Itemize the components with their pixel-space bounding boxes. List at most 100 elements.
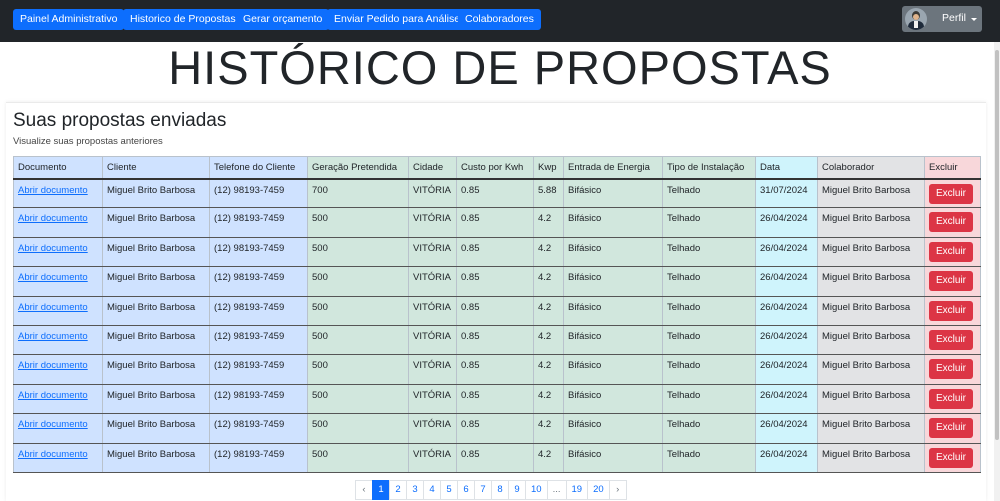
table-cell: Bifásico [563, 295, 663, 326]
table-cell: Abrir documento [13, 236, 103, 268]
pagination-page-7[interactable]: 7 [474, 480, 492, 500]
table-cell: VITÓRIA [408, 236, 457, 268]
nav-enviar-pedido-button[interactable]: Enviar Pedido para Análise [327, 9, 468, 30]
table-cell: Excluir [924, 207, 981, 238]
header-cliente: Cliente [102, 156, 210, 180]
document-link[interactable]: Abrir documento [18, 213, 88, 224]
table-cell: Miguel Brito Barbosa [817, 354, 925, 385]
delete-button[interactable]: Excluir [929, 212, 974, 233]
cell-custo: 0.85 [461, 330, 480, 342]
header-telefone: Telefone do Cliente [209, 156, 308, 180]
pagination-page-8[interactable]: 8 [491, 480, 509, 500]
cell-tipo: Telhado [667, 213, 701, 225]
cell-entrada: Bifásico [568, 213, 602, 225]
pagination-prev-button[interactable]: ‹ [355, 480, 373, 500]
pagination-next-button[interactable]: › [608, 480, 627, 500]
cell-telefone: (12) 98193-7459 [214, 272, 285, 284]
table-cell: 5.88 [533, 177, 564, 209]
document-link[interactable]: Abrir documento [18, 272, 88, 283]
header-custo: Custo por Kwh [456, 156, 534, 180]
delete-button[interactable]: Excluir [929, 183, 974, 204]
cell-entrada: Bifásico [568, 272, 602, 284]
document-link[interactable]: Abrir documento [18, 185, 88, 196]
cell-telefone: (12) 98193-7459 [214, 330, 285, 342]
table-cell: Telhado [662, 207, 756, 238]
table-cell: Abrir documento [13, 442, 103, 473]
header-cidade: Cidade [408, 156, 457, 180]
cell-cidade: VITÓRIA [413, 301, 452, 313]
delete-button[interactable]: Excluir [929, 359, 974, 380]
pagination-page-9[interactable]: 9 [508, 480, 526, 500]
cell-kwp: 4.2 [538, 301, 552, 313]
delete-button[interactable]: Excluir [929, 418, 974, 439]
cell-entrada: Bifásico [568, 301, 602, 313]
delete-button[interactable]: Excluir [929, 329, 974, 350]
delete-button[interactable]: Excluir [929, 241, 974, 262]
table-cell: Miguel Brito Barbosa [817, 295, 925, 326]
document-link[interactable]: Abrir documento [18, 419, 88, 430]
document-link[interactable]: Abrir documento [18, 390, 88, 401]
cell-data: 26/04/2024 [760, 272, 808, 284]
cell-colaborador: Miguel Brito Barbosa [822, 360, 911, 372]
table-cell: VITÓRIA [408, 207, 457, 238]
table-cell: 26/04/2024 [755, 383, 818, 415]
cell-cliente: Miguel Brito Barbosa [107, 448, 196, 460]
nav-gerar-orcamento-button[interactable]: Gerar orçamento [236, 9, 330, 30]
table-cell: 0.85 [456, 324, 534, 356]
cell-kwp: 4.2 [538, 389, 552, 401]
cell-colaborador: Miguel Brito Barbosa [822, 330, 911, 342]
nav-painel-administrativo-button[interactable]: Painel Administrativo [13, 9, 125, 30]
cell-cidade: VITÓRIA [413, 389, 452, 401]
document-link[interactable]: Abrir documento [18, 243, 88, 254]
cell-colaborador: Miguel Brito Barbosa [822, 242, 911, 254]
document-link[interactable]: Abrir documento [18, 331, 88, 342]
nav-historico-propostas-button[interactable]: Historico de Propostas [123, 9, 243, 30]
cell-data: 26/04/2024 [760, 242, 808, 254]
document-link[interactable]: Abrir documento [18, 449, 88, 460]
cell-data: 26/04/2024 [760, 330, 808, 342]
profile-dropdown-button[interactable]: Perfil [902, 6, 982, 32]
table-cell: 4.2 [533, 266, 564, 297]
table-cell: Miguel Brito Barbosa [817, 266, 925, 297]
table-cell: VITÓRIA [408, 413, 457, 444]
cell-custo: 0.85 [461, 184, 480, 196]
table-row: Abrir documento Miguel Brito Barbosa (12) … [13, 324, 981, 356]
table-cell: 500 [307, 442, 409, 473]
pagination-page-10[interactable]: 10 [525, 480, 548, 500]
table-cell: 26/04/2024 [755, 236, 818, 268]
pagination-page-2[interactable]: 2 [389, 480, 407, 500]
table-cell: Excluir [924, 236, 981, 268]
pagination-page-5[interactable]: 5 [440, 480, 458, 500]
table-cell: (12) 98193-7459 [209, 207, 308, 238]
delete-button[interactable]: Excluir [929, 447, 974, 468]
pagination-page-6[interactable]: 6 [457, 480, 475, 500]
cell-entrada: Bifásico [568, 419, 602, 431]
cell-data: 26/04/2024 [760, 360, 808, 372]
table-cell: Miguel Brito Barbosa [102, 324, 210, 356]
cell-geracao: 500 [312, 242, 328, 254]
delete-button[interactable]: Excluir [929, 271, 974, 292]
table-row: Abrir documento Miguel Brito Barbosa (12) … [13, 413, 981, 444]
table-row: Abrir documento Miguel Brito Barbosa (12) … [13, 207, 981, 238]
table-cell: Bifásico [563, 324, 663, 356]
table-cell: 0.85 [456, 236, 534, 268]
delete-button[interactable]: Excluir [929, 388, 974, 409]
table-header-row: Documento Cliente Telefone do Cliente Ge… [13, 156, 981, 180]
cell-data: 31/07/2024 [760, 184, 808, 196]
document-link[interactable]: Abrir documento [18, 360, 88, 371]
scrollbar-thumb[interactable] [995, 50, 999, 440]
pagination-page-3[interactable]: 3 [406, 480, 424, 500]
pagination-page-1[interactable]: 1 [372, 480, 390, 500]
pagination-page-20[interactable]: 20 [587, 480, 610, 500]
cell-colaborador: Miguel Brito Barbosa [822, 389, 911, 401]
pagination-page-4[interactable]: 4 [423, 480, 441, 500]
cell-geracao: 500 [312, 330, 328, 342]
cell-kwp: 4.2 [538, 272, 552, 284]
nav-colaboradores-button[interactable]: Colaboradores [458, 9, 541, 30]
delete-button[interactable]: Excluir [929, 300, 974, 321]
cell-colaborador: Miguel Brito Barbosa [822, 272, 911, 284]
pagination-page-19[interactable]: 19 [565, 480, 589, 500]
table-cell: (12) 98193-7459 [209, 266, 308, 297]
document-link[interactable]: Abrir documento [18, 302, 88, 313]
table-cell: Telhado [662, 266, 756, 297]
